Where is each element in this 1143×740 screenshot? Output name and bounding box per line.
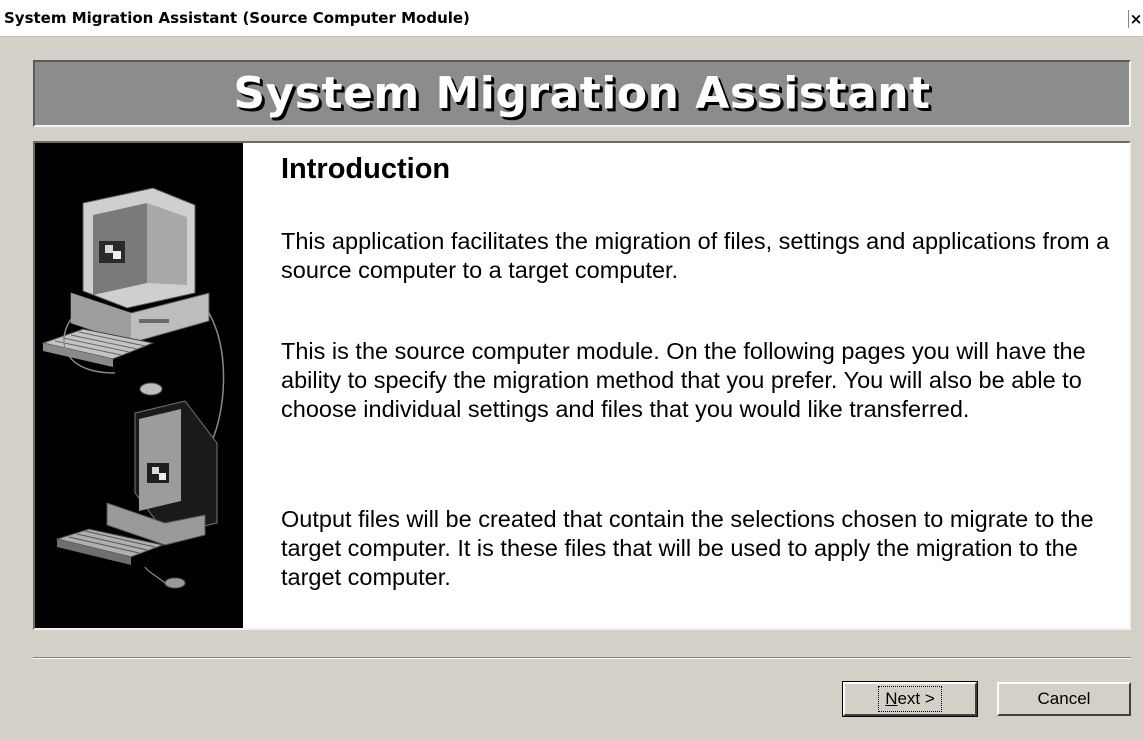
banner-title: System Migration Assistant [233, 68, 931, 119]
wizard-window: System Migration Assistant (Source Compu… [0, 0, 1143, 740]
intro-paragraph-3: Output files will be created that contai… [281, 506, 1094, 590]
cancel-button[interactable]: Cancel [997, 682, 1131, 716]
next-button-focus: Next > [878, 686, 942, 712]
intro-paragraph-2: This is the source computer module. On t… [281, 338, 1086, 422]
intro-paragraph-1: This application facilitates the migrati… [281, 228, 1110, 283]
close-icon[interactable]: × [1128, 10, 1143, 28]
title-bar[interactable]: System Migration Assistant (Source Compu… [0, 0, 1143, 37]
two-computers-icon [41, 187, 225, 589]
content-panel: Introduction This application facilitate… [33, 141, 1131, 630]
next-button[interactable]: Next > [842, 681, 978, 717]
page-heading: Introduction [281, 153, 451, 185]
next-mnemonic: N [885, 689, 898, 708]
banner: System Migration Assistant [33, 60, 1131, 127]
computers-illustration [35, 143, 243, 628]
window-title: System Migration Assistant (Source Compu… [4, 9, 470, 27]
next-label: ext > [897, 689, 935, 708]
button-separator [33, 657, 1131, 659]
